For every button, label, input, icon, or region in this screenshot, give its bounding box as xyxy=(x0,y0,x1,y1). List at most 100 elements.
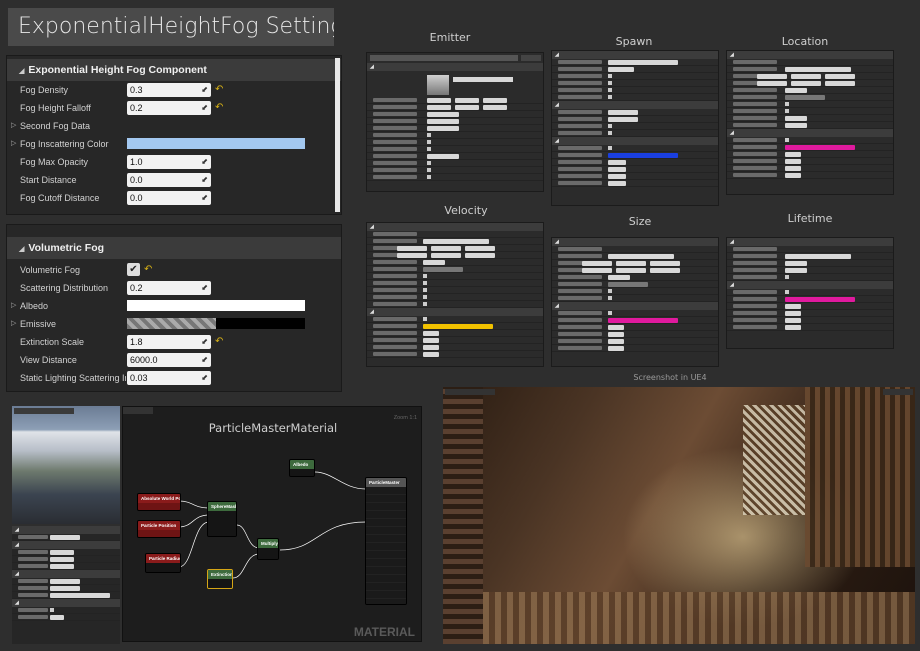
prop-extinction-scale: Extinction Scale 1.8 ⬋ ↶ xyxy=(7,333,341,351)
start-distance-field[interactable]: 0.0 ⬋ xyxy=(127,173,211,187)
prop-static-lighting-scattering: Static Lighting Scattering Int 0.03 ⬋ xyxy=(7,369,341,387)
expand-triangle-icon[interactable]: ▷ xyxy=(11,135,16,153)
material-dropdown[interactable] xyxy=(453,77,513,82)
node-material-output[interactable]: ParticleMaster xyxy=(365,477,407,605)
material-preview-viewport[interactable] xyxy=(12,406,120,524)
size-panel: ◢ ◢ xyxy=(551,237,719,367)
velocity-section-header[interactable]: ◢ xyxy=(367,223,543,231)
prop-volumetric-fog: Volumetric Fog ✔ ↶ xyxy=(7,261,341,279)
cascade-section-header[interactable]: ◢ xyxy=(367,308,543,316)
screenshot-title: Screenshot in UE4 xyxy=(633,373,707,382)
node-absolute-world-position[interactable]: Absolute World Position xyxy=(137,493,181,511)
prop-emissive: ▷ Emissive xyxy=(7,315,341,333)
drag-arrows-icon: ⬋ xyxy=(201,193,208,202)
collapse-triangle-icon: ◢ xyxy=(19,246,25,253)
expand-triangle-icon[interactable]: ▷ xyxy=(11,297,16,315)
material-graph[interactable]: Zoom 1:1 ParticleMasterMaterial MATERIAL… xyxy=(122,406,422,642)
emitter-panel: ◢ xyxy=(366,52,544,192)
drag-arrows-icon: ⬋ xyxy=(201,337,208,346)
volumetric-fog-panel: ◢ Volumetric Fog Volumetric Fog ✔ ↶ Scatt… xyxy=(6,224,342,392)
albedo-color-swatch[interactable] xyxy=(127,300,305,311)
preview-toolbar[interactable] xyxy=(14,408,74,414)
node-extinction[interactable]: Extinction xyxy=(207,569,233,589)
scrollbar[interactable] xyxy=(335,58,340,212)
lifetime-panel: ◢ ◢ xyxy=(726,237,894,349)
node-sphere-mask[interactable]: SphereMask xyxy=(207,501,237,537)
static-lighting-scattering-field[interactable]: 0.03 ⬋ xyxy=(127,371,211,385)
material-details-panel: ◢ ◢ ◢ ◢ xyxy=(12,526,120,644)
location-section-header[interactable]: ◢ xyxy=(727,51,893,59)
prop-albedo: ▷ Albedo xyxy=(7,297,341,315)
fog-component-header[interactable]: ◢ Exponential Height Fog Component xyxy=(7,59,341,81)
settings-title: ExponentialHeightFog Settings xyxy=(8,8,334,46)
size-section-header[interactable]: ◢ xyxy=(552,238,718,246)
expression-section-header[interactable]: ◢ xyxy=(12,570,120,578)
cascade-section-header[interactable]: ◢ xyxy=(552,137,718,145)
inscattering-color-swatch[interactable] xyxy=(127,138,305,149)
fog-height-falloff-field[interactable]: 0.2 ⬋ xyxy=(127,101,211,115)
cascade-section-header[interactable]: ◢ xyxy=(727,281,893,289)
node-multiply[interactable]: Multiply xyxy=(257,538,279,560)
prop-second-fog-data[interactable]: ▷ Second Fog Data xyxy=(7,117,341,135)
velocity-panel: ◢ ◢ xyxy=(366,222,544,367)
lifetime-section-header[interactable]: ◢ xyxy=(727,238,893,246)
drag-arrows-icon: ⬋ xyxy=(201,85,208,94)
parameter-section-header[interactable]: ◢ xyxy=(12,541,120,549)
viewport-toolbar-right[interactable] xyxy=(883,389,913,395)
prop-scattering-distribution: Scattering Distribution 0.2 ⬋ xyxy=(7,279,341,297)
extinction-scale-field[interactable]: 1.8 ⬋ xyxy=(127,335,211,349)
prop-fog-height-falloff: Fog Height Falloff 0.2 ⬋ ↶ xyxy=(7,99,341,117)
burst-section-header[interactable]: ◢ xyxy=(552,101,718,109)
material-thumbnail[interactable] xyxy=(427,75,449,95)
cascade-section-header[interactable]: ◢ xyxy=(727,129,893,137)
expand-triangle-icon[interactable]: ▷ xyxy=(11,117,16,135)
reset-arrow-icon[interactable]: ↶ xyxy=(215,333,223,351)
emissive-color-swatch[interactable] xyxy=(127,318,305,329)
reset-arrow-icon[interactable]: ↶ xyxy=(144,261,152,279)
spawn-panel: ◢ ◢ ◢ xyxy=(551,50,719,206)
fog-density-field[interactable]: 0.3 ⬋ xyxy=(127,83,211,97)
tile-wall-right xyxy=(805,387,915,567)
spawn-section-header[interactable]: ◢ xyxy=(552,51,718,59)
drag-arrows-icon: ⬋ xyxy=(201,355,208,364)
location-panel: ◢ ◢ xyxy=(726,50,894,195)
ue4-screenshot xyxy=(443,387,915,644)
drag-arrows-icon: ⬋ xyxy=(201,103,208,112)
spawn-title: Spawn xyxy=(615,35,653,48)
prop-view-distance: View Distance 6000.0 ⬋ xyxy=(7,351,341,369)
cascade-section-header[interactable]: ◢ xyxy=(552,302,718,310)
emitter-section-header[interactable]: ◢ xyxy=(367,63,543,71)
drag-arrows-icon: ⬋ xyxy=(201,283,208,292)
volumetric-fog-header[interactable]: ◢ Volumetric Fog xyxy=(7,237,341,259)
lattice-window xyxy=(743,405,805,515)
fog-max-opacity-field[interactable]: 1.0 ⬋ xyxy=(127,155,211,169)
reset-arrow-icon[interactable]: ↶ xyxy=(215,99,223,117)
node-particle-position[interactable]: Particle Position xyxy=(137,520,181,538)
expand-triangle-icon[interactable]: ▷ xyxy=(11,315,16,333)
drag-arrows-icon: ⬋ xyxy=(201,157,208,166)
view-distance-field[interactable]: 6000.0 ⬋ xyxy=(127,353,211,367)
velocity-title: Velocity xyxy=(444,204,488,217)
prop-fog-cutoff-distance: Fog Cutoff Distance 0.0 ⬋ xyxy=(7,189,341,207)
fog-cutoff-distance-field[interactable]: 0.0 ⬋ xyxy=(127,191,211,205)
prop-fog-max-opacity: Fog Max Opacity 1.0 ⬋ xyxy=(7,153,341,171)
preview-building-image xyxy=(12,406,120,524)
view-options-icon[interactable] xyxy=(521,55,541,61)
fog-component-panel: ◢ Exponential Height Fog Component Fog De… xyxy=(6,55,342,215)
search-input[interactable] xyxy=(370,55,518,61)
lifetime-title: Lifetime xyxy=(787,212,833,225)
size-title: Size xyxy=(628,215,652,228)
emitter-title: Emitter xyxy=(429,31,471,44)
viewport-toolbar[interactable] xyxy=(445,389,495,395)
node-albedo[interactable]: Albedo xyxy=(289,459,315,477)
drag-arrows-icon: ⬋ xyxy=(201,373,208,382)
scattering-distribution-field[interactable]: 0.2 ⬋ xyxy=(127,281,211,295)
drag-arrows-icon: ⬋ xyxy=(201,175,208,184)
custom-section-header[interactable]: ◢ xyxy=(12,599,120,607)
node-particle-radius[interactable]: Particle Radius xyxy=(145,553,181,573)
location-title: Location xyxy=(781,35,829,48)
volumetric-fog-checkbox[interactable]: ✔ xyxy=(127,263,140,276)
details-section-header[interactable]: ◢ xyxy=(12,526,120,534)
reset-arrow-icon[interactable]: ↶ xyxy=(215,81,223,99)
tile-wall-left xyxy=(443,387,483,644)
